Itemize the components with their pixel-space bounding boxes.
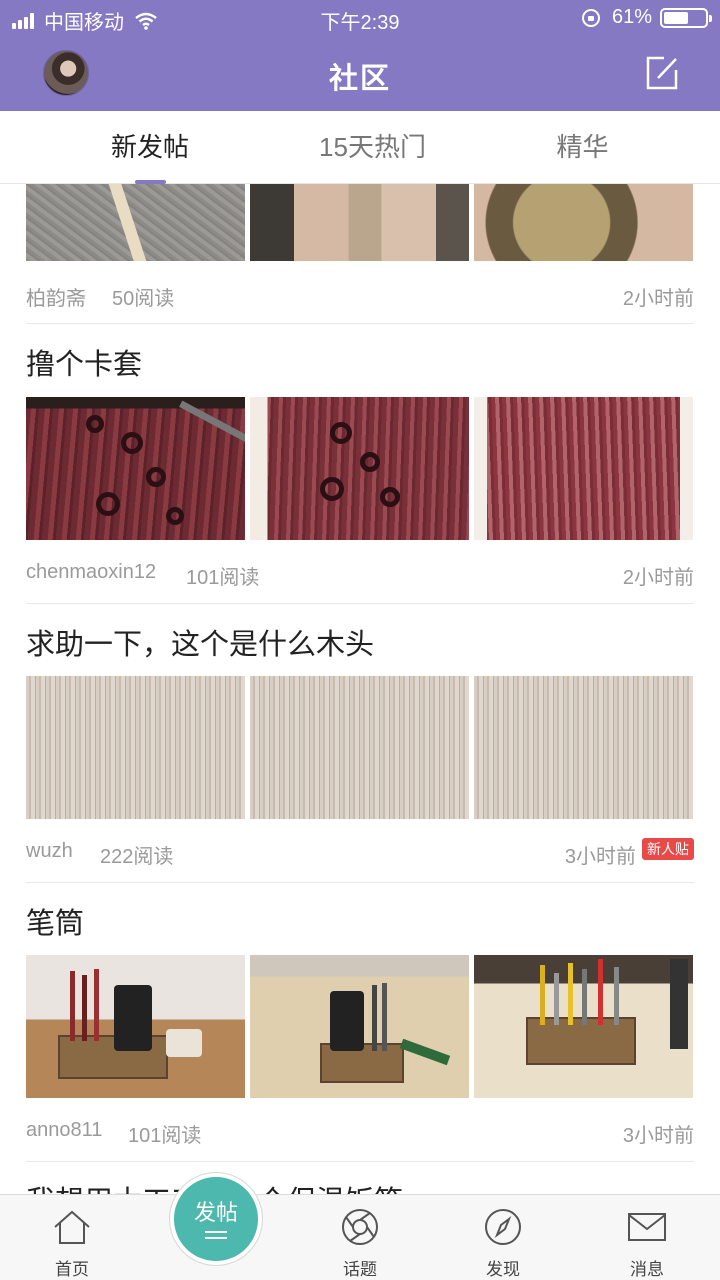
page-title: 社区 (328, 63, 391, 95)
nav-home[interactable]: 首页 (22, 1195, 122, 1280)
new-post-button[interactable]: 发帖 (170, 1173, 262, 1265)
post-meta: anno811 101阅读 3小时前 (26, 1119, 694, 1149)
post-title[interactable]: 撸个卡套 (26, 341, 142, 383)
post-reads: 101阅读 (186, 567, 260, 589)
bottom-nav: 首页 话题 发现 消息 (0, 1194, 720, 1280)
post-time: 3小时前 (564, 846, 636, 868)
post-image[interactable] (250, 676, 469, 819)
post-image[interactable] (26, 184, 245, 261)
nav-discover[interactable]: 发现 (453, 1195, 553, 1280)
post-image[interactable] (26, 676, 245, 819)
post-time: 2小时前 (622, 567, 694, 589)
post-image[interactable] (474, 397, 693, 540)
home-icon (54, 1210, 90, 1244)
post-author[interactable]: wuzh (26, 840, 73, 863)
nav-discover-label: 发现 (486, 1260, 520, 1279)
post-image[interactable] (26, 397, 245, 540)
post-feed[interactable]: 柏韵斋 50阅读 2小时前 撸个卡套 chenmaoxin12 101阅读 2小… (0, 184, 720, 1194)
feed-tabs: 新发帖 15天热门 精华 (0, 111, 720, 184)
nav-messages[interactable]: 消息 (597, 1195, 697, 1280)
battery-percent: 61% (611, 6, 652, 28)
compass-icon (485, 1209, 521, 1245)
post-author[interactable]: anno811 (26, 1119, 102, 1142)
post-image[interactable] (474, 955, 693, 1098)
post-reads: 222阅读 (100, 846, 174, 868)
divider (26, 603, 694, 604)
nav-topics[interactable]: 话题 (310, 1195, 410, 1280)
tab-featured[interactable]: 精华 (530, 111, 635, 184)
battery-icon (660, 7, 712, 28)
post-reads: 101阅读 (128, 1125, 202, 1147)
new-user-badge: 新人贴 (642, 838, 694, 860)
top-bar: 中国移动 下午2:39 61% 社区 (0, 0, 720, 111)
divider (26, 882, 694, 883)
status-bar: 中国移动 下午2:39 61% (0, 0, 720, 36)
edit-icon[interactable] (644, 54, 680, 92)
post-title[interactable]: 笔筒 (26, 900, 84, 942)
post-image[interactable] (26, 955, 245, 1098)
rotation-lock-icon (581, 8, 600, 27)
post-author[interactable]: 柏韵斋 (26, 282, 86, 311)
divider (26, 1161, 694, 1162)
tab-hot-15-days[interactable]: 15天热门 (300, 111, 445, 184)
post-image[interactable] (250, 184, 469, 261)
new-post-label: 发帖 (193, 1200, 238, 1225)
menu-lines-icon (205, 1231, 227, 1239)
post-image[interactable] (474, 184, 693, 261)
nav-home-label: 首页 (55, 1260, 89, 1279)
status-right: 61% (581, 6, 712, 29)
post-author[interactable]: chenmaoxin12 (26, 561, 156, 584)
post-image[interactable] (474, 676, 693, 819)
mail-icon (628, 1213, 666, 1241)
divider (26, 323, 694, 324)
aperture-icon (342, 1209, 378, 1245)
post-meta: wuzh 222阅读 3小时前 新人贴 (26, 838, 694, 870)
post-time: 3小时前 (622, 1125, 694, 1147)
post-meta: 柏韵斋 50阅读 2小时前 (26, 282, 694, 312)
post-image[interactable] (250, 397, 469, 540)
nav-topics-label: 话题 (343, 1260, 377, 1279)
battery-fill (664, 11, 688, 24)
post-time: 2小时前 (622, 288, 694, 310)
tab-new-posts[interactable]: 新发帖 (90, 111, 210, 184)
nav-messages-label: 消息 (630, 1260, 664, 1279)
post-meta: chenmaoxin12 101阅读 2小时前 (26, 561, 694, 591)
post-title[interactable]: 求助一下，这个是什么木头 (26, 621, 374, 663)
post-image[interactable] (250, 955, 469, 1098)
post-reads: 50阅读 (112, 288, 175, 310)
